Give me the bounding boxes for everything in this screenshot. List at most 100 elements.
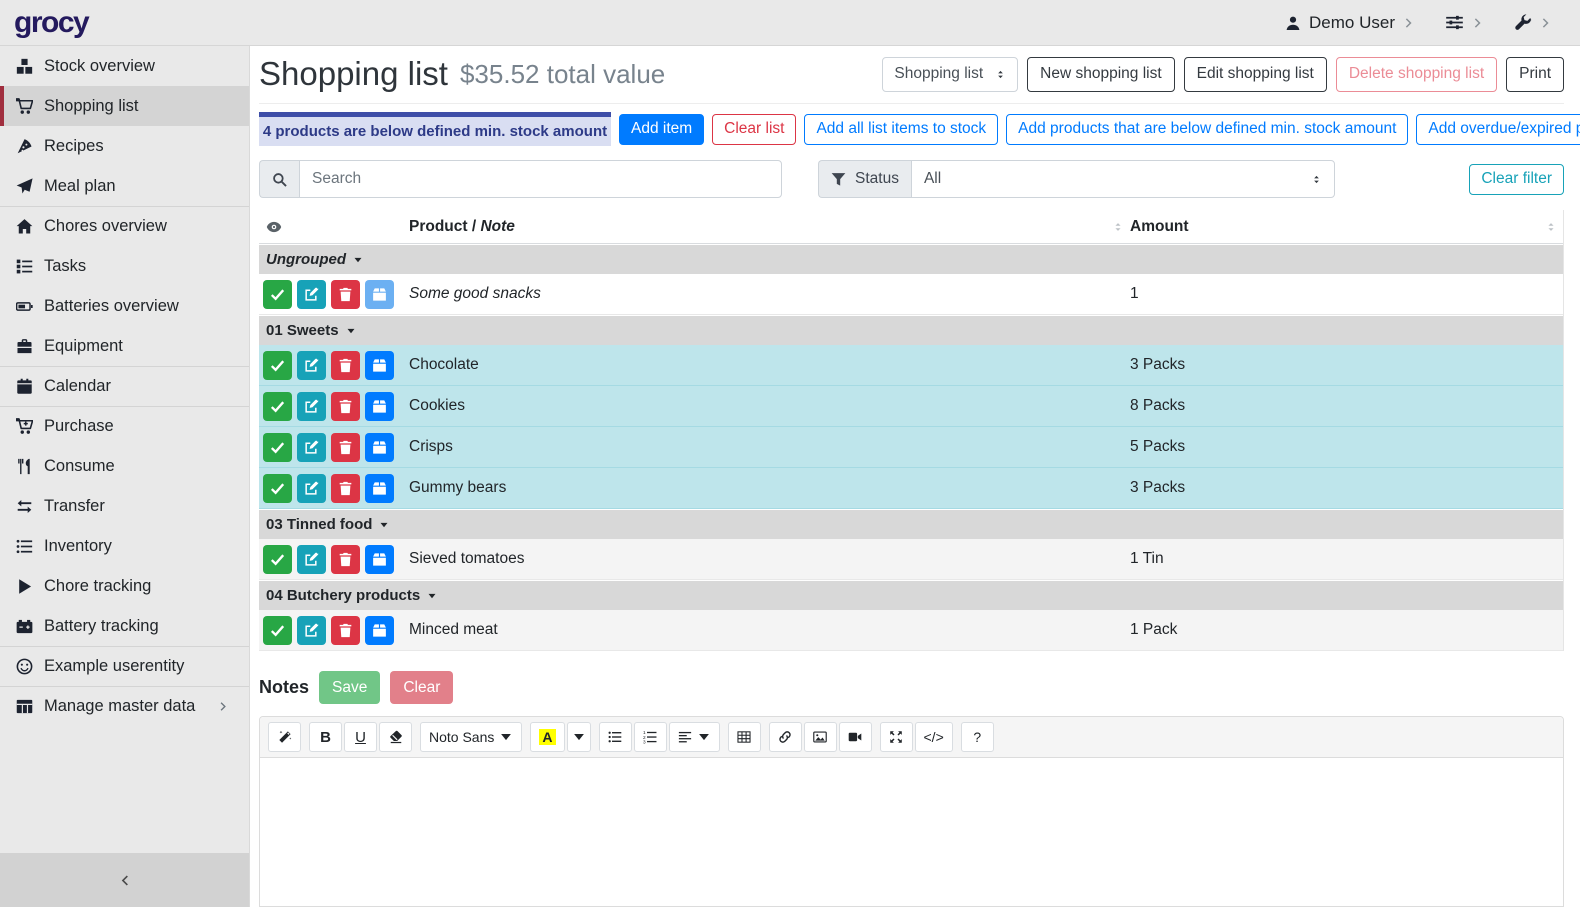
sort-icon[interactable] <box>1112 220 1124 234</box>
edit-button[interactable] <box>297 351 326 380</box>
editor-fontname-select[interactable]: Noto Sans <box>420 722 522 752</box>
editor-color-button[interactable]: A <box>530 722 564 752</box>
editor-unordered-list-button[interactable] <box>599 722 632 752</box>
editor-canvas[interactable] <box>260 758 1563 906</box>
notes-save-button[interactable]: Save <box>319 671 380 704</box>
edit-shopping-list-button[interactable]: Edit shopping list <box>1184 57 1327 92</box>
editor-fullscreen-button[interactable] <box>880 722 913 752</box>
editor-link-button[interactable] <box>769 722 802 752</box>
grocy-logo[interactable]: grocy <box>14 6 88 40</box>
done-button[interactable] <box>263 351 292 380</box>
done-button[interactable] <box>263 545 292 574</box>
editor-video-button[interactable] <box>839 722 872 752</box>
trash-icon <box>338 287 353 302</box>
editor-color-caret-button[interactable] <box>567 722 591 752</box>
sidebar-item-label: Battery tracking <box>44 617 159 636</box>
done-button[interactable] <box>263 392 292 421</box>
sidebar-item-equipment[interactable]: Equipment <box>0 326 249 366</box>
sidebar-item-battery-tracking[interactable]: Battery tracking <box>0 606 249 646</box>
delete-button[interactable] <box>331 280 360 309</box>
amount-column-header[interactable]: Amount <box>1130 218 1563 236</box>
group-header-01-sweets[interactable]: 01 Sweets <box>259 315 1563 345</box>
editor-codeview-button[interactable]: </> <box>915 722 953 752</box>
delete-button[interactable] <box>331 392 360 421</box>
delete-button[interactable] <box>331 433 360 462</box>
add-overdue-expired-products-button[interactable]: Add overdue/expired products <box>1416 114 1580 145</box>
product-column-header[interactable]: Product / Note <box>409 218 1130 236</box>
sidebar-item-inventory[interactable]: Inventory <box>0 526 249 566</box>
sidebar-item-chores-overview[interactable]: Chores overview <box>0 206 249 246</box>
done-button[interactable] <box>263 280 292 309</box>
add-to-stock-button[interactable] <box>365 433 394 462</box>
edit-button[interactable] <box>297 433 326 462</box>
sidebar-item-stock-overview[interactable]: Stock overview <box>0 46 249 86</box>
delete-button[interactable] <box>331 474 360 503</box>
paper-plane-icon <box>13 178 36 195</box>
clear-list-button[interactable]: Clear list <box>712 114 796 145</box>
done-button[interactable] <box>263 474 292 503</box>
new-shopping-list-button[interactable]: New shopping list <box>1027 57 1174 92</box>
sidebar-item-purchase[interactable]: Purchase <box>0 406 249 446</box>
group-header-04-butchery-products[interactable]: 04 Butchery products <box>259 580 1563 610</box>
add-to-stock-button[interactable] <box>365 392 394 421</box>
notes-clear-button[interactable]: Clear <box>390 671 453 704</box>
add-to-stock-button[interactable] <box>365 474 394 503</box>
add-all-list-items-to-stock-button[interactable]: Add all list items to stock <box>804 114 998 145</box>
sidebar-item-calendar[interactable]: Calendar <box>0 366 249 406</box>
group-label: 03 Tinned food <box>266 516 372 533</box>
sidebar-item-meal-plan[interactable]: Meal plan <box>0 166 249 206</box>
sort-icon[interactable] <box>1545 220 1557 234</box>
shopping-list-select[interactable]: Shopping list <box>882 57 1018 92</box>
status-filter-select[interactable]: All <box>911 160 1335 198</box>
done-button[interactable] <box>263 616 292 645</box>
search-input[interactable] <box>299 160 782 198</box>
edit-button[interactable] <box>297 545 326 574</box>
sidebar-item-recipes[interactable]: Recipes <box>0 126 249 166</box>
edit-button[interactable] <box>297 474 326 503</box>
sidebar-item-chore-tracking[interactable]: Chore tracking <box>0 566 249 606</box>
page-header: Shopping list $35.52 total value Shoppin… <box>259 46 1564 104</box>
editor-paragraph-button[interactable] <box>669 722 720 752</box>
editor-table-button[interactable] <box>728 722 761 752</box>
settings-menu[interactable] <box>1445 13 1484 32</box>
sidebar-item-batteries-overview[interactable]: Batteries overview <box>0 286 249 326</box>
cart-plus-icon <box>13 418 36 435</box>
add-to-stock-button[interactable] <box>365 616 394 645</box>
sidebar-item-consume[interactable]: Consume <box>0 446 249 486</box>
product-name: Sieved tomatoes <box>409 550 524 568</box>
product-name: Some good snacks <box>409 285 541 303</box>
sidebar-item-transfer[interactable]: Transfer <box>0 486 249 526</box>
sidebar-collapse-button[interactable] <box>0 853 249 907</box>
edit-button[interactable] <box>297 392 326 421</box>
delete-button[interactable] <box>331 545 360 574</box>
add-to-stock-button[interactable] <box>365 351 394 380</box>
editor-ordered-list-button[interactable]: 123 <box>634 722 667 752</box>
group-header-ungrouped[interactable]: Ungrouped <box>259 244 1563 274</box>
print-button[interactable]: Print <box>1506 57 1564 92</box>
editor-help-button[interactable]: ? <box>961 722 994 752</box>
add-products-that-are-below-defined-min-stock-amount-button[interactable]: Add products that are below defined min.… <box>1006 114 1408 145</box>
user-menu[interactable]: Demo User <box>1285 13 1415 33</box>
editor-picture-button[interactable] <box>804 722 837 752</box>
editor-bold-button[interactable]: B <box>309 722 342 752</box>
delete-shopping-list-button[interactable]: Delete shopping list <box>1336 57 1497 92</box>
done-button[interactable] <box>263 433 292 462</box>
group-header-03-tinned-food[interactable]: 03 Tinned food <box>259 509 1563 539</box>
add-to-stock-button[interactable] <box>365 280 394 309</box>
sidebar-item-tasks[interactable]: Tasks <box>0 246 249 286</box>
sidebar-item-example-userentity[interactable]: Example userentity <box>0 646 249 686</box>
add-to-stock-button[interactable] <box>365 545 394 574</box>
sidebar-item-manage-master-data[interactable]: Manage master data <box>0 686 249 726</box>
sidebar-item-shopping-list[interactable]: Shopping list <box>0 86 249 126</box>
editor-underline-button[interactable]: U <box>344 722 377 752</box>
edit-button[interactable] <box>297 616 326 645</box>
editor-clear-style-button[interactable] <box>379 722 412 752</box>
add-item-button[interactable]: Add item <box>619 114 704 145</box>
pizza-icon <box>13 138 36 155</box>
edit-button[interactable] <box>297 280 326 309</box>
admin-menu[interactable] <box>1514 14 1552 32</box>
clear-filter-button[interactable]: Clear filter <box>1469 164 1564 195</box>
delete-button[interactable] <box>331 351 360 380</box>
delete-button[interactable] <box>331 616 360 645</box>
editor-style-button[interactable] <box>268 722 301 752</box>
